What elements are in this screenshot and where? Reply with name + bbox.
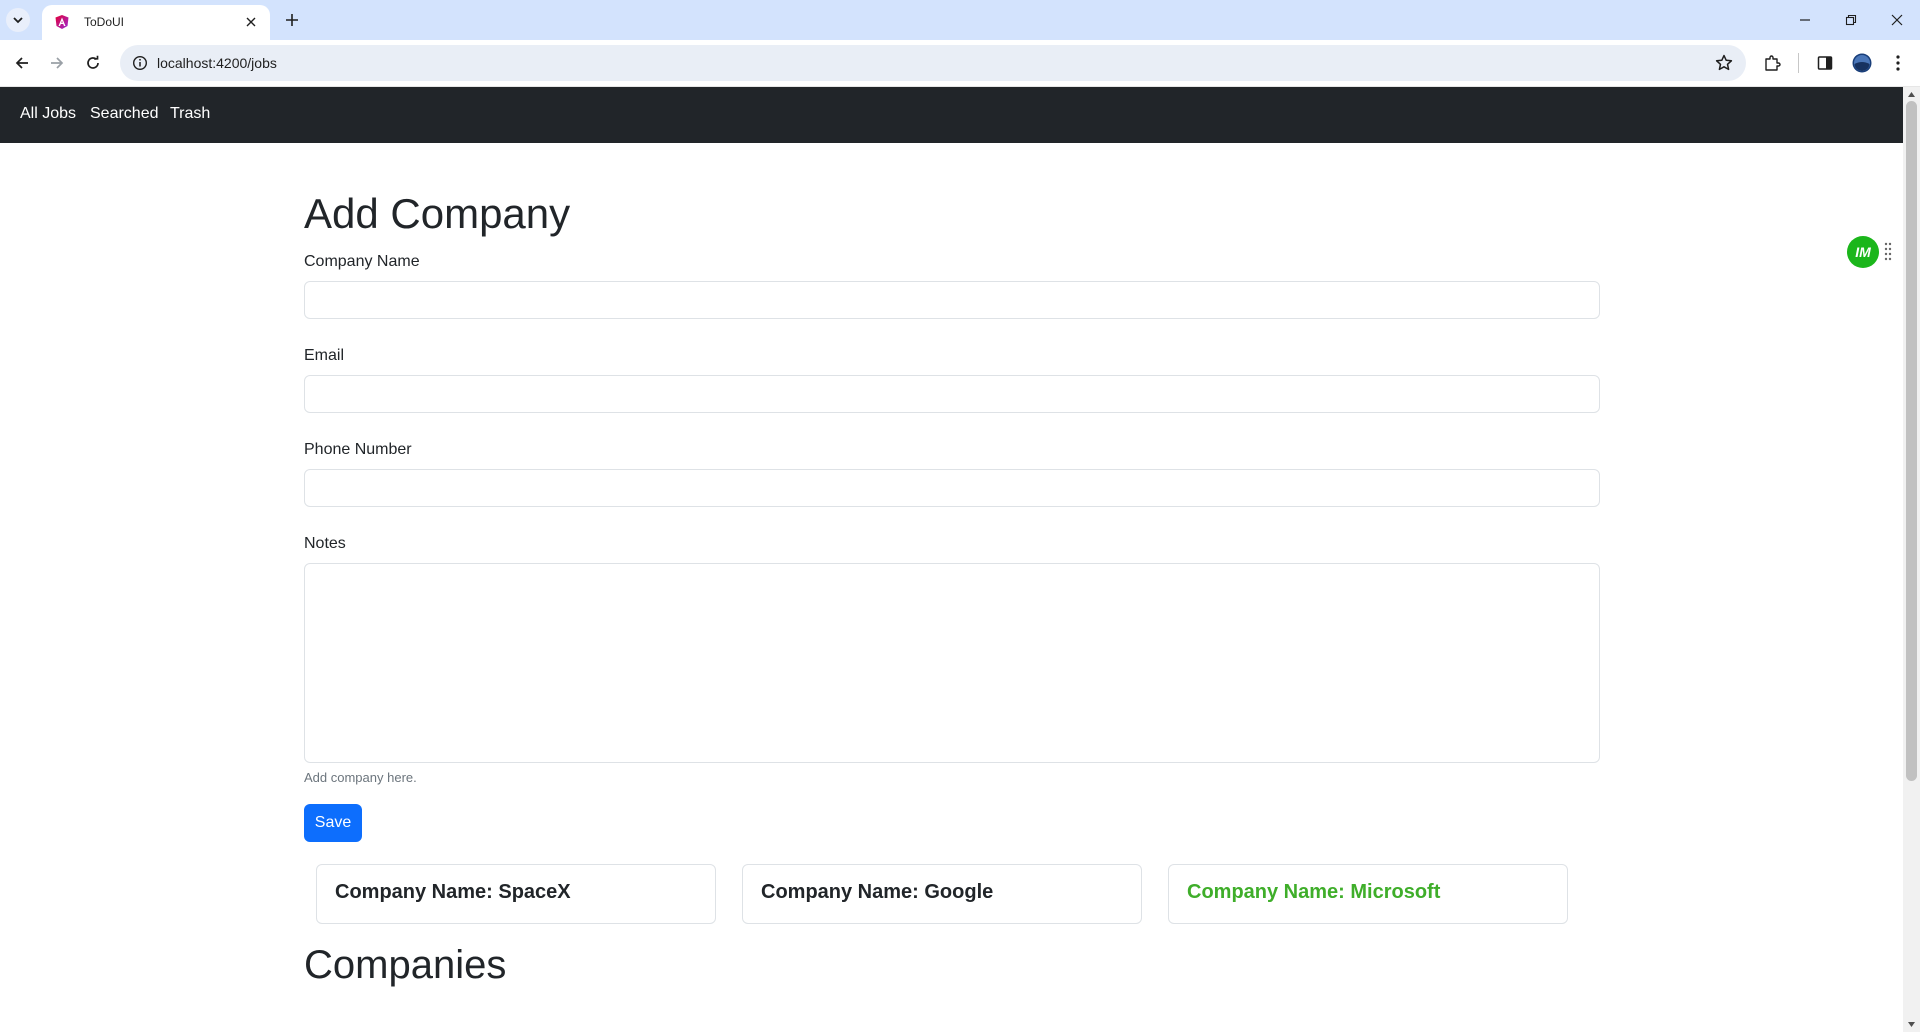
company-card[interactable]: Company Name: Google <box>742 864 1142 924</box>
notes-textarea[interactable] <box>304 563 1600 763</box>
company-card[interactable]: Company Name: Microsoft <box>1168 864 1568 924</box>
reload-button[interactable] <box>80 50 106 76</box>
email-field[interactable] <box>304 375 1600 413</box>
kebab-menu-icon <box>1896 55 1900 71</box>
extension-badge[interactable]: IM <box>1847 236 1879 268</box>
scroll-down-icon[interactable] <box>1907 1020 1916 1029</box>
email-label: Email <box>304 347 345 364</box>
company-name-label: Company Name <box>304 253 420 270</box>
nav-link-searched[interactable]: Searched <box>90 105 159 123</box>
company-name-input[interactable] <box>304 281 1600 319</box>
scroll-up-icon[interactable] <box>1907 90 1916 99</box>
extensions-button[interactable] <box>1761 52 1783 74</box>
notes-label: Notes <box>304 535 346 552</box>
phone-number-input[interactable] <box>304 469 1600 507</box>
side-panel-icon <box>1817 56 1833 70</box>
reload-icon <box>87 55 99 69</box>
url-text[interactable]: localhost:4200/jobs <box>157 55 277 71</box>
close-icon <box>1891 14 1903 26</box>
tab-list-button[interactable] <box>6 8 30 32</box>
puzzle-icon <box>1765 55 1781 71</box>
restore-icon <box>1845 14 1857 26</box>
company-card-title: Company Name: Microsoft <box>1187 881 1441 903</box>
restore-button[interactable] <box>1828 0 1874 40</box>
browser-menu-button[interactable] <box>1887 52 1909 74</box>
new-tab-button[interactable] <box>280 8 304 32</box>
forward-button[interactable] <box>44 50 70 76</box>
info-icon[interactable] <box>132 55 148 71</box>
close-window-button[interactable] <box>1874 0 1920 40</box>
phone-number-label: Phone Number <box>304 441 412 458</box>
company-card-title: Company Name: SpaceX <box>335 881 571 903</box>
browser-tab[interactable]: ToDoUI <box>42 5 270 40</box>
app-navbar: All Jobs Searched Trash <box>0 87 1903 143</box>
angular-icon <box>55 15 69 29</box>
arrow-left-icon <box>15 57 28 69</box>
nav-link-all-jobs[interactable]: All Jobs <box>20 105 76 123</box>
company-card-title: Company Name: Google <box>761 881 994 903</box>
scrollbar-thumb[interactable] <box>1906 101 1917 781</box>
star-icon[interactable] <box>1714 53 1734 73</box>
browser-tab-bar: ToDoUI <box>0 0 1920 40</box>
tab-title: ToDoUI <box>84 15 125 29</box>
back-button[interactable] <box>9 50 35 76</box>
page-title: Add Company <box>304 190 571 237</box>
notes-help-text: Add company here. <box>304 770 417 785</box>
close-icon <box>246 17 256 27</box>
profile-button[interactable] <box>1851 52 1873 74</box>
nav-link-trash[interactable]: Trash <box>170 105 210 123</box>
arrow-right-icon <box>51 57 64 69</box>
minimize-button[interactable] <box>1782 0 1828 40</box>
chevron-down-icon <box>13 17 23 24</box>
browser-toolbar: localhost:4200/jobs <box>0 40 1920 87</box>
minimize-icon <box>1800 19 1810 21</box>
toolbar-divider <box>1798 53 1799 73</box>
side-panel-button[interactable] <box>1814 52 1836 74</box>
save-button[interactable]: Save <box>304 804 362 842</box>
company-card[interactable]: Company Name: SpaceX <box>316 864 716 924</box>
drag-handle-icon[interactable] <box>1884 241 1892 263</box>
address-bar[interactable]: localhost:4200/jobs <box>120 45 1746 81</box>
avatar-icon <box>1852 53 1872 73</box>
companies-heading: Companies <box>304 943 507 987</box>
page-scrollbar[interactable] <box>1903 87 1920 1032</box>
plus-icon <box>286 14 298 26</box>
tab-close-button[interactable] <box>242 13 260 31</box>
